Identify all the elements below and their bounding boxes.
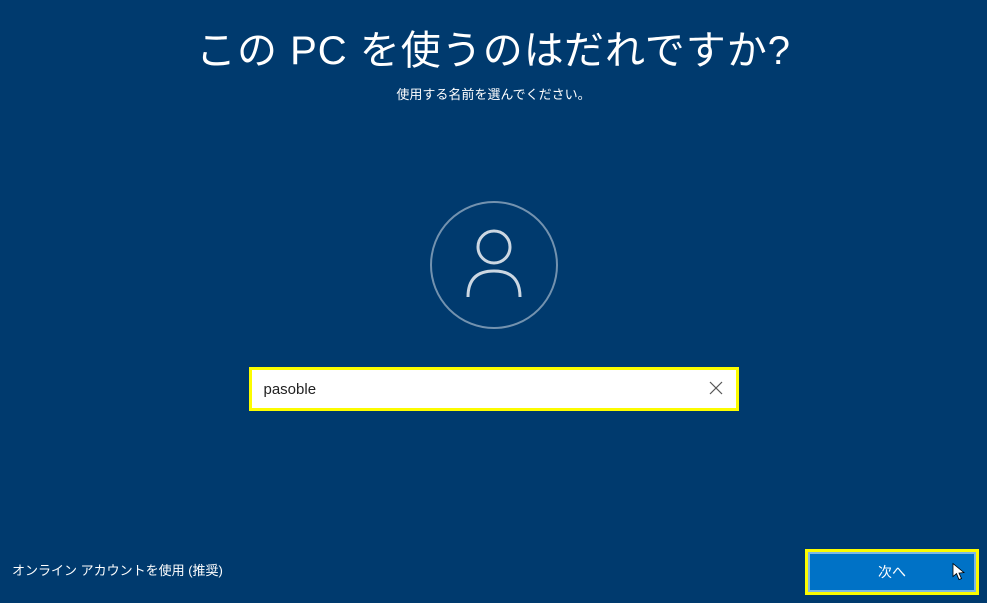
username-input[interactable]	[252, 370, 736, 408]
close-icon	[709, 381, 723, 398]
avatar-container	[0, 201, 987, 329]
next-button-label: 次へ	[878, 562, 906, 582]
header: この PC を使うのはだれですか? 使用する名前を選んでください。	[0, 0, 987, 103]
cursor-icon	[952, 563, 966, 584]
next-button-wrapper: 次へ	[805, 549, 979, 595]
avatar	[430, 201, 558, 329]
user-icon	[462, 227, 526, 304]
clear-input-button[interactable]	[702, 375, 730, 403]
username-input-wrapper	[249, 367, 739, 411]
input-container	[0, 367, 987, 411]
next-button[interactable]: 次へ	[808, 552, 976, 592]
online-account-link[interactable]: オンライン アカウントを使用 (推奨)	[12, 560, 223, 579]
page-subtitle: 使用する名前を選んでください。	[0, 84, 987, 103]
page-title: この PC を使うのはだれですか?	[0, 18, 987, 76]
